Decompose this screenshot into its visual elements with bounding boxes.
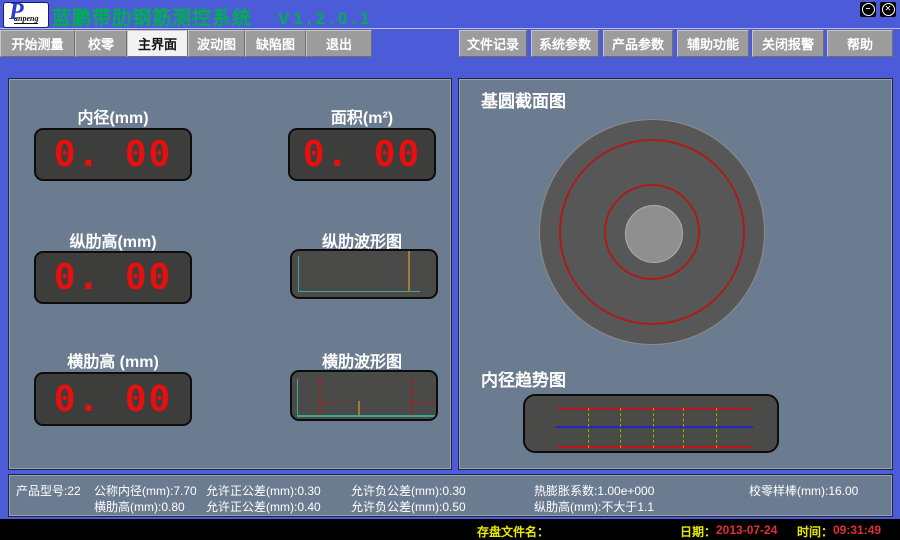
app-logo: P anpeng: [3, 2, 49, 28]
toolbar-button-system-params[interactable]: 系统参数: [531, 30, 599, 57]
wave-y-axis: [298, 256, 299, 292]
long-rib-display: 0. 00: [34, 251, 192, 304]
toolbar-button-close-alarm[interactable]: 关闭报警: [752, 30, 824, 57]
time-label: 时间：: [797, 523, 833, 540]
base-circle-title: 基圆截面图: [481, 87, 566, 112]
status-pos-tolerance-2: 允许正公差(mm):0.40: [206, 498, 321, 515]
logo-subtext: anpeng: [14, 14, 38, 24]
save-file-label: 存盘文件名：: [477, 523, 549, 540]
cross-rib-display: 0. 00: [34, 372, 192, 426]
inner-tolerance-ring: [604, 184, 700, 280]
close-button[interactable]: ✕: [880, 2, 896, 17]
area-value: 0. 00: [303, 134, 421, 175]
base-circle-diagram: [539, 119, 765, 345]
toolbar-button-aux-functions[interactable]: 辅助功能: [677, 30, 749, 57]
long-rib-value: 0. 00: [54, 257, 172, 298]
trend-grid-line: [716, 408, 718, 448]
alarm-limit-line-vertical: [319, 379, 323, 415]
wave-x-axis: [297, 415, 437, 417]
close-icon: ✕: [882, 3, 895, 16]
trend-grid-line: [683, 408, 685, 448]
trend-chart-title: 内径趋势图: [481, 366, 566, 391]
long-rib-label: 纵肋高(mm): [69, 228, 156, 252]
toolbar-button-exit[interactable]: 退出: [306, 30, 372, 57]
minimize-button[interactable]: −: [860, 2, 876, 17]
alarm-limit-line-horizontal: [323, 402, 347, 404]
status-product-model: 产品型号:22: [16, 482, 81, 499]
toolbar-button-file-records[interactable]: 文件记录: [459, 30, 527, 57]
date-value: 2013-07-24: [716, 523, 777, 537]
wave-x-axis: [298, 291, 420, 292]
cross-rib-waveform-chart: [290, 370, 438, 421]
trend-grid-line: [653, 408, 655, 448]
status-bar: 产品型号:22 公称内径(mm):7.70 允许正公差(mm):0.30 允许负…: [8, 474, 893, 517]
status-thermal-coeff: 热膨胀系数:1.00e+000: [534, 482, 654, 499]
toolbar-button-help[interactable]: 帮助: [827, 30, 893, 57]
cross-rib-value: 0. 00: [54, 379, 172, 420]
toolbar-button-fluctuation-chart[interactable]: 波动图: [188, 30, 245, 57]
cross-rib-wave-label: 横肋波形图: [322, 348, 402, 372]
measurement-panel: 内径(mm) 0. 00 面积(m²) 0. 00 纵肋高(mm) 0. 00 …: [8, 78, 452, 470]
status-nominal-diameter: 公称内径(mm):7.70: [94, 482, 197, 499]
status-pos-tolerance-1: 允许正公差(mm):0.30: [206, 482, 321, 499]
long-rib-waveform-chart: [290, 249, 438, 299]
core-circle: [625, 205, 683, 263]
app-version: V1.2.0.1: [278, 9, 373, 28]
diagram-panel: 基圆截面图 内径趋势图: [458, 78, 893, 470]
status-neg-tolerance-2: 允许负公差(mm):0.50: [351, 498, 466, 515]
date-label: 日期：: [680, 523, 716, 540]
outer-tolerance-ring: [559, 139, 745, 325]
toolbar-button-main-screen[interactable]: 主界面: [127, 30, 188, 57]
minimize-icon: −: [862, 3, 875, 16]
wave-y-axis: [297, 379, 298, 416]
alarm-limit-line-horizontal: [413, 402, 437, 404]
toolbar-button-start-measure[interactable]: 开始测量: [0, 30, 75, 57]
time-value: 09:31:49: [833, 523, 881, 537]
status-calib-rod: 校零样棒(mm):16.00: [749, 482, 858, 499]
inner-diameter-display: 0. 00: [34, 128, 192, 181]
status-cross-rib-height: 横肋高(mm):0.80: [94, 498, 185, 515]
area-display: 0. 00: [288, 128, 436, 181]
status-long-rib-height: 纵肋高(mm):不大于1.1: [534, 498, 654, 515]
trend-grid-line: [588, 408, 590, 448]
area-label: 面积(m²): [331, 104, 393, 128]
toolbar-button-zero-calib[interactable]: 校零: [75, 30, 127, 57]
inner-diameter-value: 0. 00: [54, 134, 172, 175]
toolbar-button-defect-chart[interactable]: 缺陷图: [245, 30, 306, 57]
inner-diameter-trend-chart: [523, 394, 779, 453]
window-title: 蓝鹏带肋钢筋测控系统V1.2.0.1: [52, 3, 373, 30]
inner-diameter-label: 内径(mm): [77, 104, 148, 128]
wave-marker-line: [358, 401, 360, 415]
trend-grid-line: [620, 408, 622, 448]
status-neg-tolerance-1: 允许负公差(mm):0.30: [351, 482, 466, 499]
wave-marker-line: [408, 251, 410, 292]
toolbar-button-product-params[interactable]: 产品参数: [603, 30, 673, 57]
title-bar: P anpeng 蓝鹏带肋钢筋测控系统V1.2.0.1 − ✕: [0, 0, 900, 29]
footer-bar: 存盘文件名： 日期： 2013-07-24 时间： 09:31:49: [0, 519, 900, 540]
cross-rib-label: 横肋高 (mm): [67, 348, 159, 372]
alarm-limit-line-vertical: [411, 379, 415, 415]
